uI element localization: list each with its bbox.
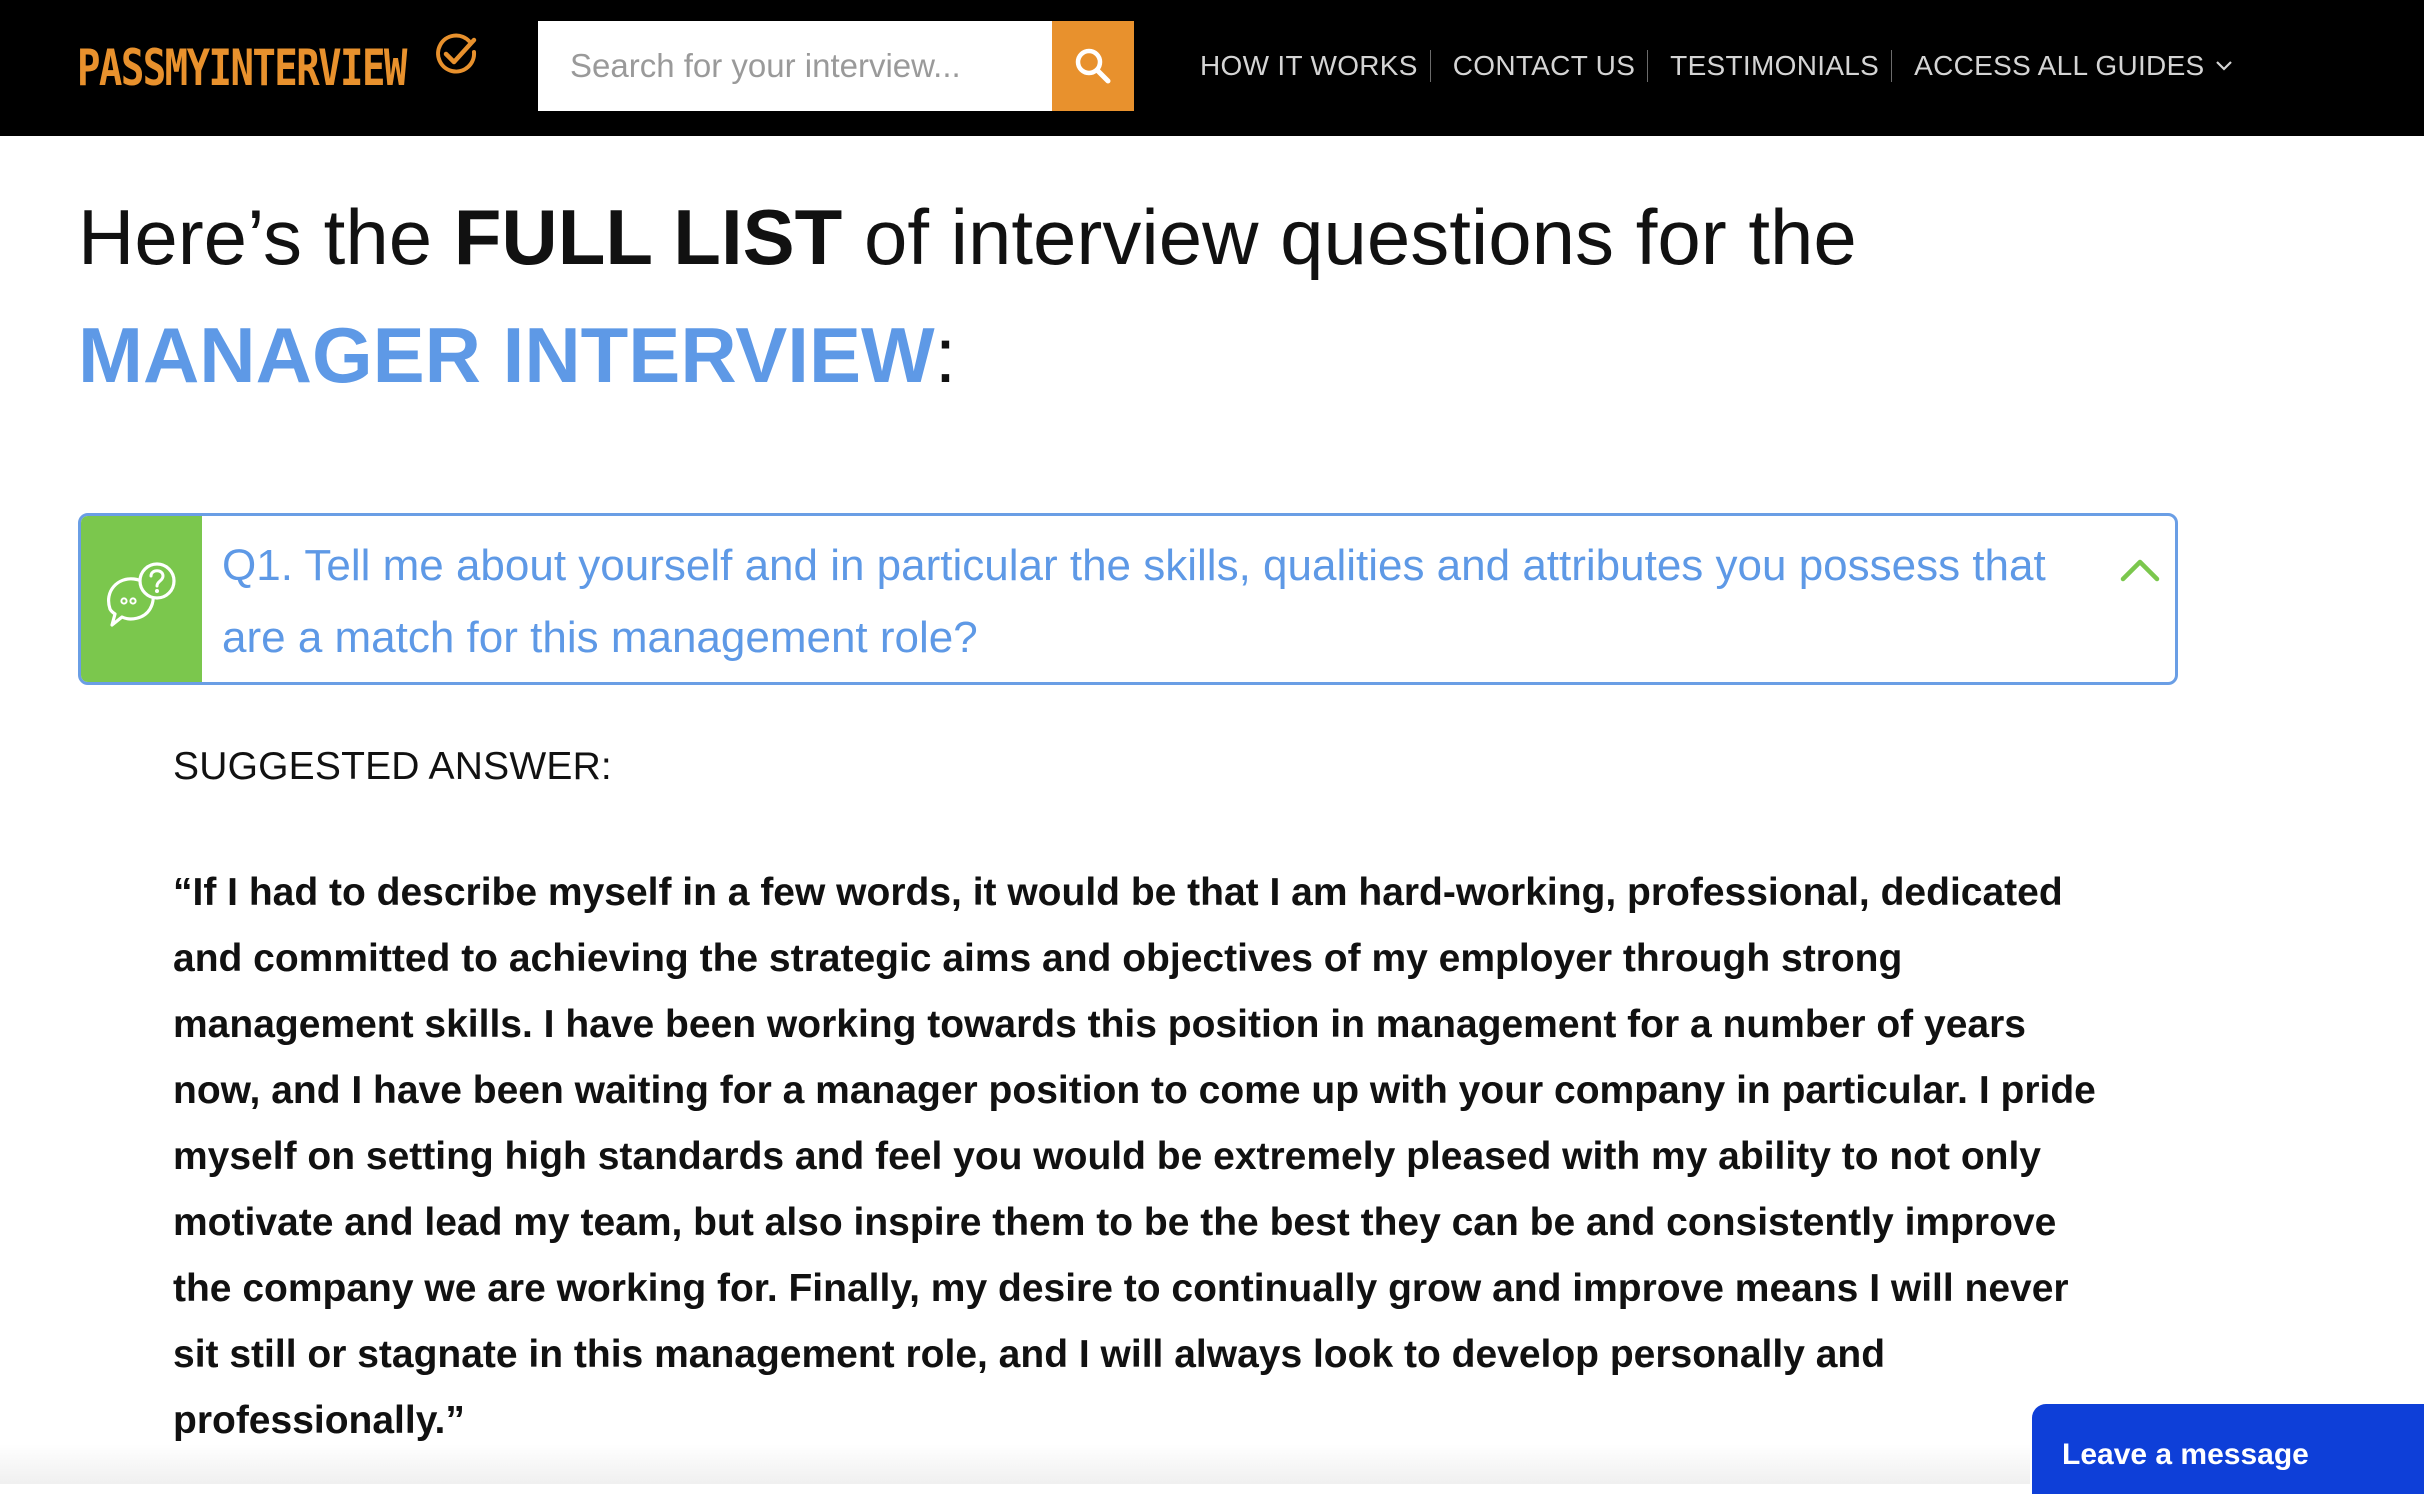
nav-label: HOW IT WORKS <box>1200 50 1418 81</box>
speech-bubble-question-icon <box>106 562 176 627</box>
title-text-2: of interview questions for the <box>842 193 1857 281</box>
main-nav: HOW IT WORKS CONTACT US TESTIMONIALS ACC… <box>1200 40 2233 92</box>
title-colon: : <box>934 311 957 399</box>
title-emphasis-full-list: FULL LIST <box>453 193 843 281</box>
nav-label: ACCESS ALL GUIDES <box>1914 50 2205 81</box>
nav-testimonials[interactable]: TESTIMONIALS <box>1670 50 1879 82</box>
chevron-up-icon <box>2120 559 2160 582</box>
chevron-down-icon <box>2215 61 2232 71</box>
collapse-toggle[interactable] <box>2105 516 2175 682</box>
page-title: Here’s the FULL LIST of interview questi… <box>78 178 2278 414</box>
logo-text: PASSMYINTERVIEW <box>77 39 407 97</box>
check-circle-icon <box>436 33 477 74</box>
nav-how-it-works[interactable]: HOW IT WORKS <box>1200 50 1418 82</box>
search-icon <box>1075 48 1111 84</box>
nav-divider <box>1429 50 1431 82</box>
search-input[interactable] <box>538 21 1052 111</box>
title-text-1: Here’s the <box>78 193 454 281</box>
nav-divider <box>1647 50 1649 82</box>
nav-divider <box>1891 50 1893 82</box>
nav-access-all-guides[interactable]: ACCESS ALL GUIDES <box>1914 50 2232 82</box>
search-button[interactable] <box>1052 21 1134 111</box>
title-role-name: MANAGER INTERVIEW <box>78 311 935 399</box>
bottom-fade <box>0 1444 2030 1484</box>
site-logo[interactable]: PASSMYINTERVIEW <box>77 28 499 108</box>
nav-label: TESTIMONIALS <box>1670 50 1880 81</box>
question-text: Q1. Tell me about yourself and in partic… <box>222 541 2046 662</box>
chat-label: Leave a message <box>2062 1438 2309 1471</box>
suggested-answer-text: “If I had to describe myself in a few wo… <box>173 871 2096 1442</box>
nav-contact-us[interactable]: CONTACT US <box>1453 50 1635 82</box>
question-accordion-header[interactable]: Q1. Tell me about yourself and in partic… <box>78 513 2178 685</box>
suggested-answer-label: SUGGESTED ANSWER: <box>173 745 612 788</box>
leave-message-chat-button[interactable]: Leave a message <box>2032 1404 2424 1494</box>
question-icon-panel <box>81 516 202 682</box>
site-header: PASSMYINTERVIEW HOW IT WORKS CONTACT US … <box>0 0 2424 136</box>
nav-label: CONTACT US <box>1452 50 1636 81</box>
